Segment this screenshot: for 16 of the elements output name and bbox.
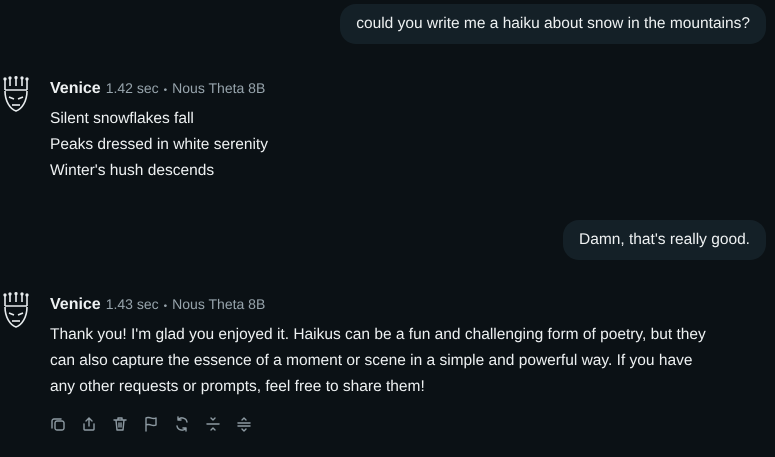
response-time: 1.43 sec — [106, 296, 159, 312]
user-message: could you write me a haiku about snow in the mountains? — [340, 4, 766, 44]
separator-dot: • — [164, 85, 168, 96]
model-name: Nous Theta 8B — [172, 80, 266, 96]
mask-avatar-icon — [2, 76, 30, 112]
user-message: Damn, that's really good. — [563, 220, 766, 260]
model-name: Nous Theta 8B — [172, 296, 266, 312]
message-text: Thank you! I'm glad you enjoyed it. Haikus can be a fun and challenging form of poetry, but they can also capture the essence of a moment or scene in a simple and powerful way. If you have any other requests or prompts, feel free to share them! — [50, 325, 707, 397]
sender-name: Venice — [50, 80, 101, 98]
message-text: Silent snowflakes fall — [50, 109, 195, 129]
response-time: 1.42 sec — [106, 80, 159, 96]
message-text: Peaks dressed in white serenity — [50, 135, 269, 155]
separator-dot: • — [164, 301, 168, 312]
message-text: Winter's hush descends — [50, 161, 216, 181]
sender-name: Venice — [50, 296, 101, 314]
mask-avatar-icon — [2, 292, 30, 328]
